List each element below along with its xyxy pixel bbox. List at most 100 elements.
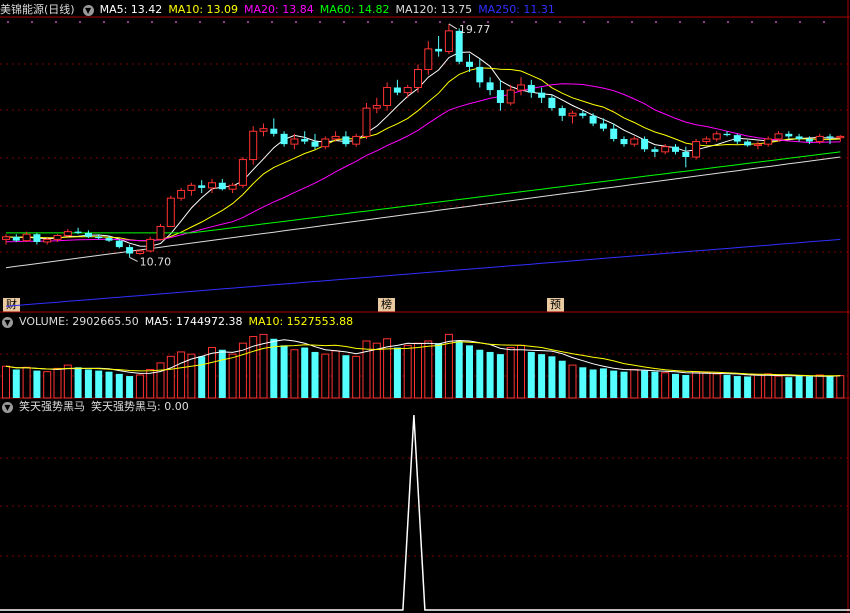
candle-body-up <box>702 138 711 143</box>
volume-bar-down <box>805 376 813 398</box>
candle-body-down <box>785 133 793 137</box>
candle-body-down <box>466 61 473 67</box>
candle-body-down <box>599 123 607 129</box>
volume-bar-down <box>301 347 309 398</box>
volume-bar-up <box>156 362 165 399</box>
high-arrow <box>448 23 458 30</box>
price-top-dot <box>367 21 369 23</box>
candle-body-down <box>723 133 731 136</box>
volume-bar-up <box>774 375 783 399</box>
volume-bar-up <box>53 367 62 399</box>
volume-bar-up <box>331 350 340 399</box>
candle-body-down <box>805 138 813 142</box>
price-top-dot <box>7 21 9 23</box>
volume-bar-down <box>311 351 319 398</box>
price-top-dot <box>583 21 585 23</box>
candle-body-down <box>270 128 278 134</box>
price-top-dot <box>271 21 273 23</box>
candle-body-down <box>527 84 535 93</box>
candle-body-down <box>651 149 659 152</box>
candle-body-up <box>63 231 72 237</box>
candle-body-up <box>208 182 216 189</box>
candle-body-down <box>393 87 401 93</box>
volume-bar-up <box>321 353 330 399</box>
price-top-dot <box>799 21 801 23</box>
candle-body-up <box>156 226 165 240</box>
candle-body-up <box>836 135 845 139</box>
volume-bar-up <box>702 372 711 399</box>
indicator-line <box>0 414 850 611</box>
volume-bar-up <box>238 342 247 399</box>
volume-bar-down <box>455 340 463 398</box>
candle-body-up <box>444 30 453 52</box>
volume-bar-down <box>641 370 649 398</box>
volume-bar-down <box>115 373 123 398</box>
volume-bar-down <box>198 356 206 398</box>
volume-bar-down <box>723 374 731 398</box>
volume-bar-down <box>486 351 494 398</box>
volume-bar-down <box>84 369 92 398</box>
volume-bar-up <box>135 374 144 399</box>
volume-bar-down <box>785 377 793 398</box>
kline-chart[interactable]: 19.77 10.70 <box>0 0 850 613</box>
volume-bar-up <box>63 364 72 399</box>
volume-bar-up <box>43 371 52 399</box>
volume-bar-down <box>435 343 443 398</box>
candle-body-down <box>198 185 206 188</box>
volume-bar-up <box>764 373 773 399</box>
candle-body-down <box>579 113 587 116</box>
candle-body-up <box>712 133 721 140</box>
candle-body-up <box>506 89 515 104</box>
volume-bar-down <box>579 367 587 398</box>
price-top-dot <box>655 21 657 23</box>
candle-body-up <box>568 112 577 117</box>
candle-body-down <box>105 238 113 241</box>
candle-body-up <box>414 68 422 89</box>
candle-body-down <box>486 82 494 91</box>
high-price-label: 19.77 <box>459 23 491 36</box>
volume-bar-up <box>692 371 701 399</box>
volume-bar-up <box>372 342 381 399</box>
candle-body-down <box>558 108 566 116</box>
price-top-dot <box>127 21 129 23</box>
candle-body-down <box>218 182 226 190</box>
candle-body-down <box>301 138 309 142</box>
price-top-dot <box>607 21 609 23</box>
volume-bar-down <box>589 369 597 398</box>
candle-body-down <box>548 97 556 109</box>
volume-bar-up <box>187 353 196 399</box>
candle-body-down <box>115 240 123 248</box>
candle-body-up <box>187 184 196 191</box>
volume-bar-down <box>342 355 350 398</box>
candle-body-down <box>733 135 741 142</box>
price-top-dot <box>55 21 57 23</box>
volume-bar-down <box>558 360 566 398</box>
volume-bar-up <box>2 365 10 399</box>
candle-body-down <box>95 236 103 239</box>
volume-bar-up <box>815 374 824 399</box>
volume-bar-down <box>599 368 607 398</box>
price-top-dot <box>391 21 393 23</box>
ma5-line <box>5 51 841 247</box>
candle-body-down <box>280 133 288 145</box>
candle-body-up <box>661 146 670 153</box>
volume-bar-up <box>403 344 412 399</box>
candle-body-down <box>435 48 443 52</box>
candle-body-up <box>764 138 773 145</box>
candle-body-up <box>177 189 186 199</box>
volume-bar-down <box>620 371 628 398</box>
volume-bar-up <box>424 340 433 399</box>
price-top-dot <box>295 21 297 23</box>
volume-bar-down <box>476 349 484 398</box>
volume-ma10-line <box>5 341 841 377</box>
volume-bar-down <box>280 345 288 398</box>
ma20-line <box>5 83 841 243</box>
low-price-label: 10.70 <box>140 255 172 268</box>
volume-bar-up <box>22 366 31 399</box>
candle-body-down <box>826 136 834 138</box>
price-top-dot <box>343 21 345 23</box>
volume-bar-up <box>208 347 216 399</box>
volume-bar-down <box>610 370 618 398</box>
candle-body-up <box>249 130 258 161</box>
candle-body-up <box>383 87 392 107</box>
